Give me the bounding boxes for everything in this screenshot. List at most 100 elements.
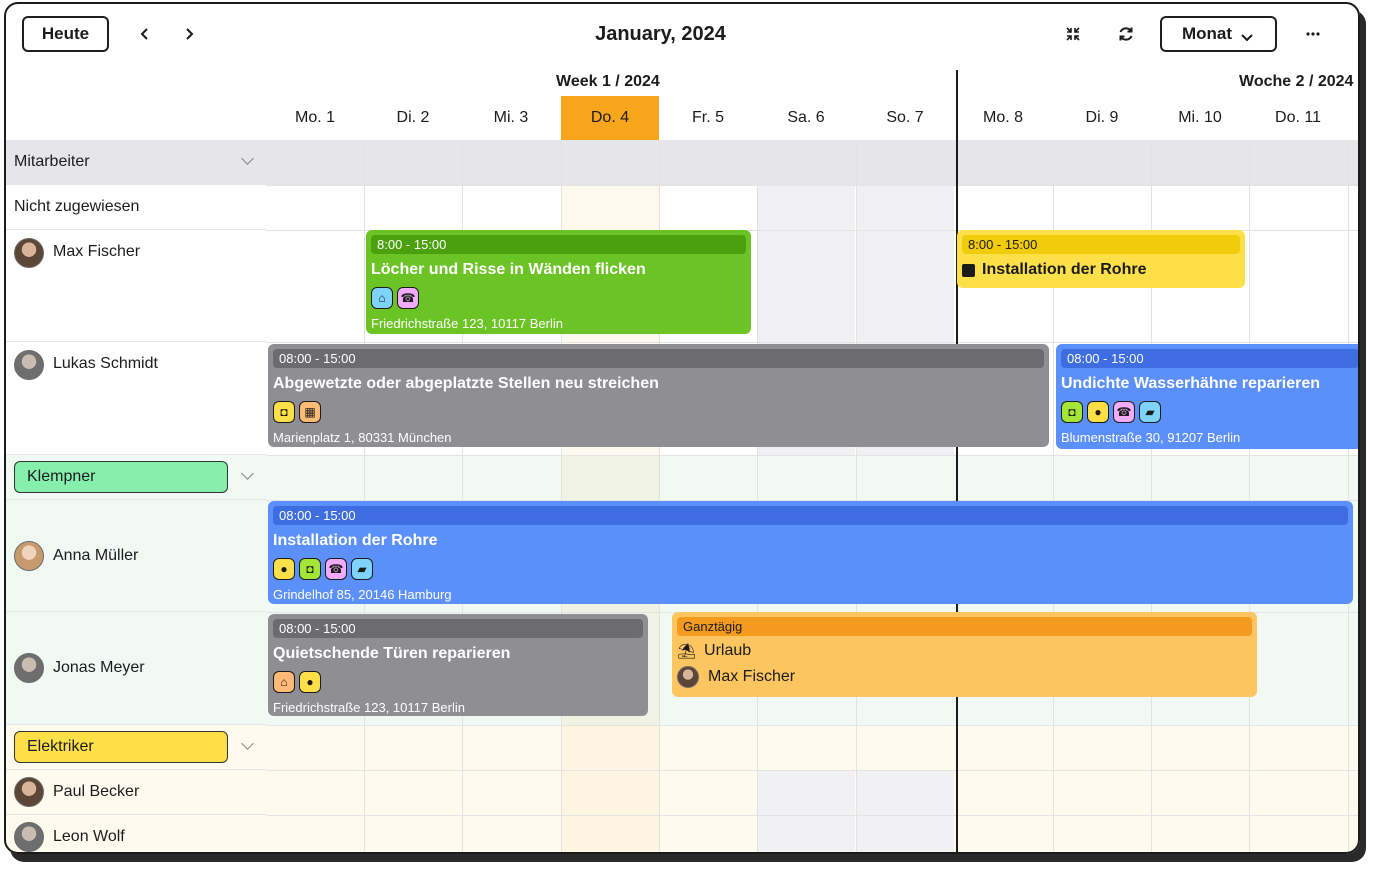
resource-row-lukas[interactable]: Lukas Schmidt	[4, 342, 266, 455]
resource-name: Lukas Schmidt	[53, 355, 158, 372]
avatar	[14, 822, 44, 852]
resource-row-jonas[interactable]: Jonas Meyer	[4, 612, 266, 725]
more-horizontal-icon[interactable]	[1300, 21, 1326, 47]
day-header[interactable]: Mo. 8	[954, 96, 1052, 140]
event-card[interactable]: 08:00 - 15:00 Abgewetzte oder abgeplatzt…	[268, 344, 1049, 447]
grid-line	[266, 455, 1360, 456]
phone-icon: ☎	[325, 558, 347, 580]
week-label-2: Woche 2 / 2024	[1239, 73, 1354, 90]
weekend-column	[856, 770, 954, 854]
grid-line	[856, 140, 857, 854]
phone-icon: ☎	[397, 287, 419, 309]
resource-name: Paul Becker	[53, 783, 140, 800]
home-icon: ⌂	[273, 671, 295, 693]
event-time: 08:00 - 15:00	[273, 619, 643, 638]
event-address: Friedrichstraße 123, 10117 Berlin	[273, 700, 465, 715]
view-select[interactable]: Monat	[1160, 16, 1277, 52]
avatar	[14, 653, 44, 683]
day-header[interactable]: Di. 9	[1053, 96, 1151, 140]
chevron-down-icon[interactable]	[241, 467, 254, 480]
grid-line	[757, 140, 758, 854]
chevron-down-icon[interactable]	[241, 152, 254, 165]
event-title: Urlaub	[704, 642, 752, 659]
event-time: 08:00 - 15:00	[273, 349, 1044, 368]
truck-icon: ▰	[351, 558, 373, 580]
staff-group-band	[266, 140, 1360, 185]
calendar-window: Heute January, 2024 Monat Week 1 / 2024 …	[4, 2, 1360, 854]
event-title: Abgewetzte oder abgeplatzte Stellen neu …	[273, 375, 659, 392]
day-header[interactable]: Mi. 10	[1151, 96, 1249, 140]
avatar	[14, 238, 44, 268]
avatar	[677, 666, 699, 688]
day-header[interactable]: Sa. 6	[757, 96, 855, 140]
event-title: Löcher und Risse in Wänden flicken	[371, 261, 646, 278]
home-icon: ⌂	[371, 287, 393, 309]
resource-name: Leon Wolf	[53, 828, 125, 845]
event-title: Undichte Wasserhähne reparieren	[1061, 375, 1321, 392]
grid-line	[1348, 140, 1349, 854]
phone-icon: ☎	[1113, 401, 1135, 423]
day-header-today[interactable]: Do. 4	[561, 96, 659, 140]
group-row-staff[interactable]: Mitarbeiter	[4, 140, 266, 185]
day-header[interactable]: So. 7	[856, 96, 954, 140]
group-label: Elektriker	[14, 731, 228, 763]
grid-line	[266, 725, 1360, 726]
person-icon: ●	[1087, 401, 1109, 423]
day-header[interactable]: Mo. 1	[266, 96, 364, 140]
week-label-1: Week 1 / 2024	[556, 73, 660, 90]
view-select-label: Monat	[1182, 24, 1233, 43]
grid-line	[266, 815, 1360, 816]
resource-name: Jonas Meyer	[53, 659, 145, 676]
weekend-column	[757, 770, 855, 854]
event-address: Marienplatz 1, 80331 München	[273, 430, 452, 445]
event-time: 8:00 - 15:00	[371, 235, 746, 254]
event-address: Friedrichstraße 123, 10117 Berlin	[371, 316, 563, 331]
event-title: Quietschende Türen reparieren	[273, 645, 511, 662]
resource-row-max[interactable]: Max Fischer	[4, 230, 266, 342]
avatar	[14, 350, 44, 380]
event-person: Max Fischer	[708, 668, 796, 685]
car-icon: ◘	[299, 558, 321, 580]
person-icon: ●	[299, 671, 321, 693]
chevron-down-icon	[1241, 28, 1253, 48]
day-header[interactable]: Di. 2	[364, 96, 462, 140]
event-card[interactable]: 08:00 - 15:00 Undichte Wasserhähne repar…	[1056, 344, 1360, 449]
truck-icon: ▰	[1139, 401, 1161, 423]
event-title: Installation der Rohre	[982, 261, 1147, 278]
grid-line	[364, 140, 365, 854]
event-card[interactable]: 8:00 - 15:00 Löcher und Risse in Wänden …	[366, 230, 751, 334]
event-address: Blumenstraße 30, 91207 Berlin	[1061, 430, 1241, 445]
building-icon: ▦	[299, 401, 321, 423]
resource-row-anna[interactable]: Anna Müller	[4, 500, 266, 612]
event-card[interactable]: 08:00 - 15:00 Quietschende Türen reparie…	[268, 614, 648, 716]
week-divider	[956, 70, 958, 854]
note-icon	[962, 263, 975, 277]
event-time: 8:00 - 15:00	[962, 235, 1240, 254]
group-row-plumber[interactable]: Klempner	[4, 455, 266, 500]
event-time: 08:00 - 15:00	[1061, 349, 1359, 368]
event-card[interactable]: 8:00 - 15:00 Installation der Rohre	[957, 230, 1245, 288]
day-header[interactable]: Do. 11	[1249, 96, 1347, 140]
resource-name: Anna Müller	[53, 546, 139, 564]
day-header[interactable]: Fr. 5	[659, 96, 757, 140]
event-card[interactable]: Ganztägig ⛱ Urlaub Max Fischer	[672, 612, 1257, 697]
event-card[interactable]: 08:00 - 15:00 Installation der Rohre ● ◘…	[268, 501, 1353, 604]
chevron-down-icon[interactable]	[241, 737, 254, 750]
grid-line	[266, 770, 1360, 771]
resource-name: Max Fischer	[53, 243, 141, 260]
collapse-arrows-icon[interactable]	[1060, 21, 1086, 47]
person-icon: ●	[273, 558, 295, 580]
vacation-icon: ⛱	[677, 643, 697, 660]
car-icon: ◘	[273, 401, 295, 423]
resource-row-paul[interactable]: Paul Becker	[4, 770, 266, 815]
grid-line	[266, 342, 1360, 343]
car-icon: ◘	[1061, 401, 1083, 423]
day-header[interactable]: Mi. 3	[462, 96, 560, 140]
row-label: Nicht zugewiesen	[14, 198, 140, 215]
resource-row-leon[interactable]: Leon Wolf	[4, 815, 266, 854]
grid-line	[266, 185, 1360, 186]
refresh-icon[interactable]	[1113, 21, 1139, 47]
group-row-electrician[interactable]: Elektriker	[4, 725, 266, 770]
event-time: 08:00 - 15:00	[273, 506, 1348, 525]
event-title: Installation der Rohre	[273, 532, 438, 549]
